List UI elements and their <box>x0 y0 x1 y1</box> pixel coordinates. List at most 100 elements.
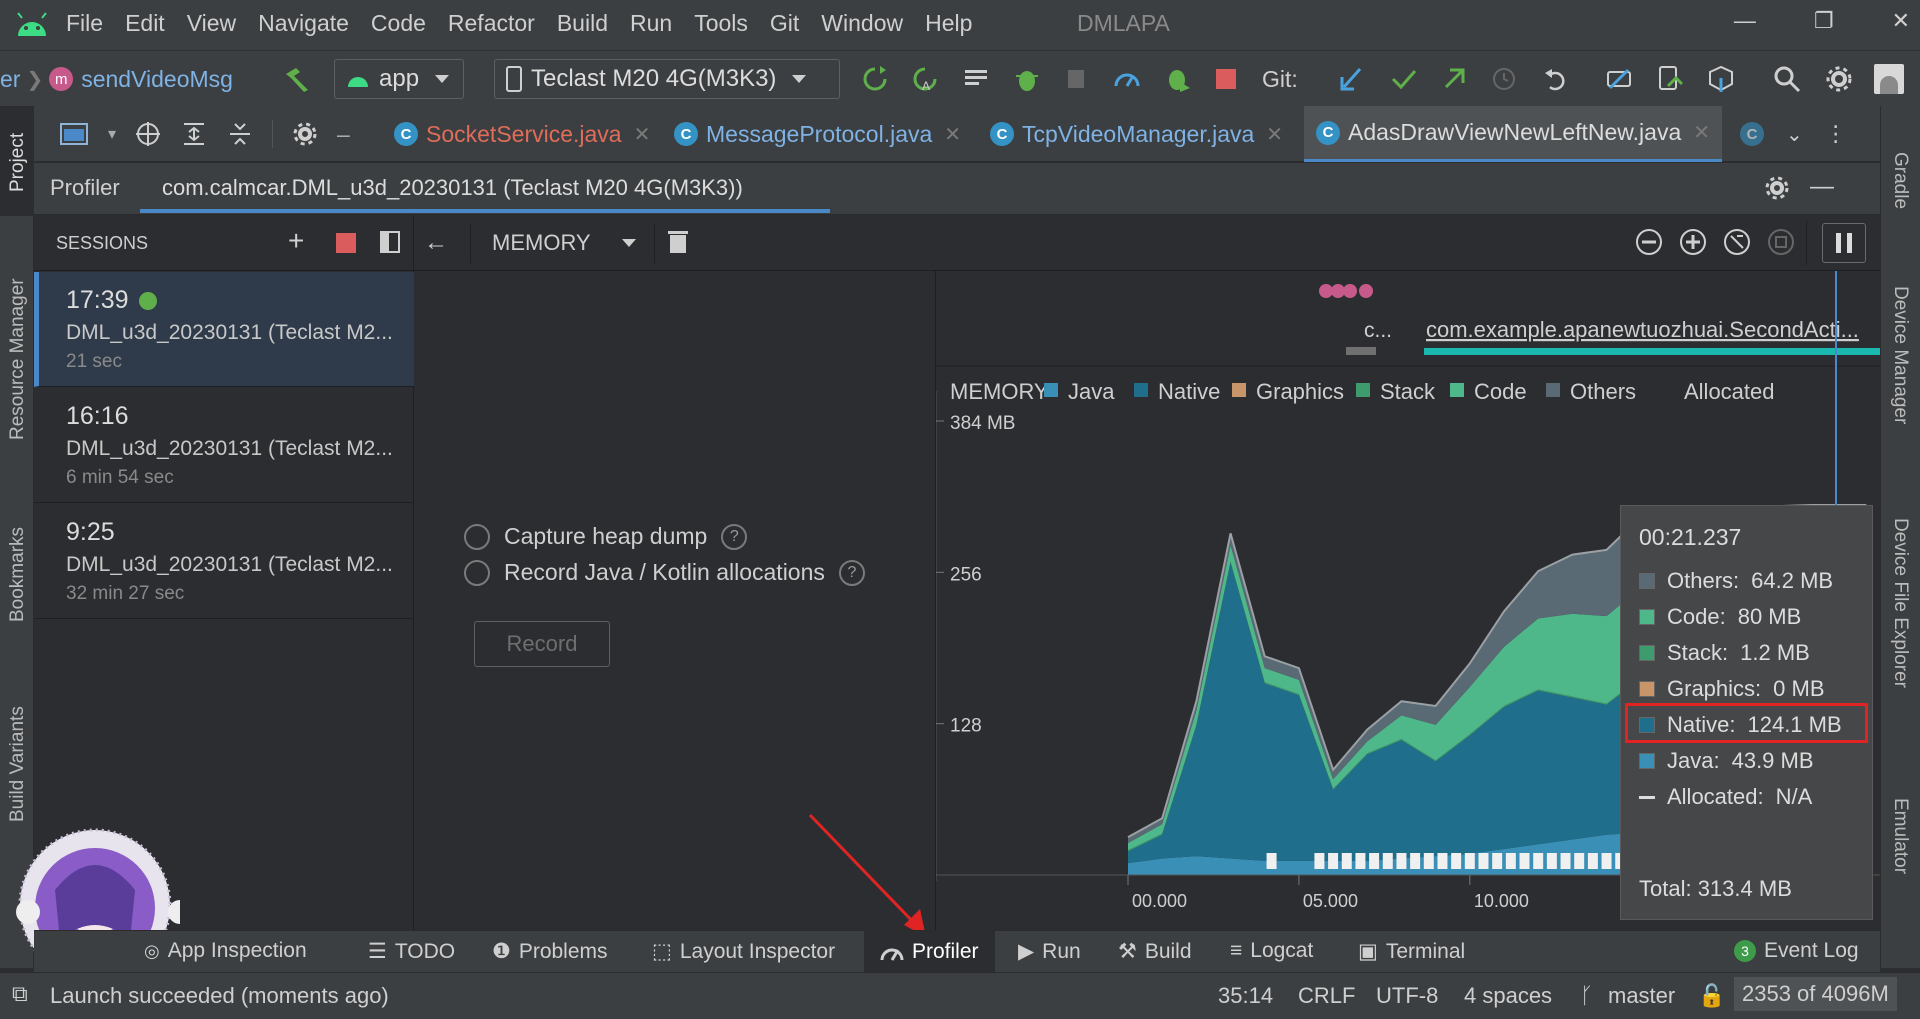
help-icon[interactable]: ? <box>838 559 865 586</box>
logcat-list-icon[interactable] <box>962 59 992 99</box>
profiler-session-tab[interactable]: com.calmcar.DML_u3d_20230131 (Teclast M2… <box>162 175 743 201</box>
gc-trash-icon[interactable] <box>1266 853 1277 869</box>
gc-trash-icon[interactable] <box>1601 853 1612 869</box>
radio-button[interactable] <box>464 559 490 586</box>
gc-trash-icon[interactable] <box>1437 853 1448 869</box>
session-item[interactable]: 16:16 DML_u3d_20230131 (Teclast M2... 6 … <box>34 388 414 503</box>
close-window-button[interactable]: ✕ <box>1892 8 1910 34</box>
gc-trash-icon[interactable] <box>1382 853 1393 869</box>
menu-view[interactable]: View <box>187 10 236 37</box>
menu-refactor[interactable]: Refactor <box>448 10 535 37</box>
tool-terminal[interactable]: ▣ Terminal <box>1358 939 1465 964</box>
menu-code[interactable]: Code <box>371 10 426 37</box>
stop-session-icon[interactable] <box>336 233 356 253</box>
indent-setting[interactable]: 4 spaces <box>1464 983 1552 1009</box>
run-debug-icon[interactable] <box>1162 59 1192 99</box>
gc-trash-icon[interactable] <box>1574 853 1585 869</box>
profiler-memory-select[interactable]: MEMORY <box>492 230 591 256</box>
tool-profiler-active[interactable]: Profiler <box>864 931 995 973</box>
tool-device-file-explorer[interactable]: Device File Explorer <box>1889 518 1911 688</box>
back-arrow-icon[interactable]: ← <box>424 229 448 257</box>
gc-trash-icon[interactable] <box>1546 853 1557 869</box>
pause-live-button[interactable] <box>1822 223 1866 263</box>
tool-problems[interactable]: ❶ Problems <box>492 939 608 964</box>
gc-trash-icon[interactable] <box>1505 853 1516 869</box>
close-icon[interactable]: ✕ <box>634 122 651 147</box>
activity-label[interactable]: com.example.apanewtuozhuai.SecondActi... <box>1426 317 1859 342</box>
event-dot[interactable] <box>1359 284 1373 298</box>
menu-help[interactable]: Help <box>925 10 972 37</box>
menu-edit[interactable]: Edit <box>125 10 165 37</box>
git-update-icon[interactable] <box>1338 59 1366 99</box>
help-icon[interactable]: ? <box>721 523 748 550</box>
gc-trash-icon[interactable] <box>1464 853 1475 869</box>
file-encoding[interactable]: UTF-8 <box>1376 983 1438 1009</box>
gc-trash-icon[interactable] <box>1341 853 1352 869</box>
gc-trash-icon[interactable] <box>1492 853 1503 869</box>
status-message[interactable]: Launch succeeded (moments ago) <box>50 983 389 1009</box>
build-hammer-icon[interactable] <box>282 59 312 99</box>
tool-logcat[interactable]: ≡ Logcat <box>1230 939 1313 963</box>
gc-trash-icon[interactable] <box>1423 853 1434 869</box>
gc-trash-icon[interactable] <box>1560 853 1571 869</box>
tool-todo[interactable]: ☰ TODO <box>368 939 455 964</box>
zoom-out-icon[interactable] <box>1634 227 1664 263</box>
settings-gear-icon[interactable] <box>1824 59 1854 99</box>
tool-project[interactable]: Project <box>7 133 29 192</box>
event-dot[interactable] <box>1319 284 1333 298</box>
tab-messageprotocol[interactable]: C MessageProtocol.java ✕ <box>674 106 961 162</box>
gc-trash-icon[interactable] <box>1519 853 1530 869</box>
tool-gradle[interactable]: Gradle <box>1889 152 1911 209</box>
memory-indicator[interactable]: 2353 of 4096M <box>1734 977 1897 1011</box>
tab-socketservice[interactable]: C SocketService.java ✕ <box>394 106 650 162</box>
tool-emulator[interactable]: Emulator <box>1889 798 1911 874</box>
hide-panel-icon[interactable]: – <box>337 121 350 148</box>
event-dot[interactable] <box>1343 284 1357 298</box>
gc-trash-icon[interactable] <box>1533 853 1544 869</box>
toggle-panels-icon[interactable]: ⧉ <box>12 981 28 1007</box>
attach-debugger-icon[interactable] <box>1062 59 1092 99</box>
menu-window[interactable]: Window <box>821 10 903 37</box>
tab-tcpvideomanager[interactable]: C TcpVideoManager.java ✕ <box>990 106 1283 162</box>
tool-bookmarks[interactable]: Bookmarks <box>7 527 29 622</box>
zoom-in-icon[interactable] <box>1678 227 1708 263</box>
radio-button[interactable] <box>464 523 490 550</box>
breadcrumb-prefix[interactable]: er <box>0 66 20 93</box>
window-layout-icon[interactable] <box>58 121 90 147</box>
run-config-select[interactable]: app <box>334 59 464 99</box>
git-commit-icon[interactable] <box>1390 59 1418 99</box>
event-dot[interactable] <box>1331 284 1345 298</box>
minimize-panel-icon[interactable]: — <box>1810 173 1834 201</box>
collapse-all-icon[interactable] <box>226 120 254 148</box>
tool-layout-inspector[interactable]: ⬚ Layout Inspector <box>652 939 835 964</box>
menu-file[interactable]: File <box>66 10 103 37</box>
tool-resource-manager[interactable]: Resource Manager <box>7 278 29 440</box>
profiler-gauge-icon[interactable] <box>1112 59 1142 99</box>
tool-build-variants[interactable]: Build Variants <box>7 706 29 822</box>
gc-trash-icon[interactable] <box>1328 853 1339 869</box>
reset-zoom-icon[interactable] <box>1722 227 1752 263</box>
profiler-settings-gear-icon[interactable] <box>1764 175 1790 207</box>
line-separator[interactable]: CRLF <box>1298 983 1355 1009</box>
add-session-icon[interactable]: + <box>288 225 304 257</box>
gc-trash-icon[interactable] <box>1478 853 1489 869</box>
tool-event-log[interactable]: 3 Event Log <box>1734 939 1859 963</box>
gc-trash-icon[interactable] <box>1355 853 1366 869</box>
search-icon[interactable] <box>1772 59 1802 99</box>
device-select[interactable]: Teclast M20 4G(M3K3) <box>494 59 840 99</box>
avatar[interactable] <box>1874 59 1904 99</box>
device-manager-icon[interactable] <box>1654 59 1684 99</box>
record-allocations-option[interactable]: Record Java / Kotlin allocations ? <box>464 559 865 586</box>
caret-position[interactable]: 35:14 <box>1218 983 1273 1009</box>
git-rollback-icon[interactable] <box>1542 59 1570 99</box>
tab-adasdrawview-active[interactable]: C AdasDrawViewNewLeftNew.java ✕ <box>1304 106 1722 162</box>
menu-navigate[interactable]: Navigate <box>258 10 349 37</box>
menu-run[interactable]: Run <box>630 10 672 37</box>
collapse-sessions-icon[interactable] <box>380 231 400 253</box>
gear-icon[interactable] <box>291 120 319 148</box>
gc-trash-icon[interactable] <box>1410 853 1421 869</box>
target-icon[interactable] <box>134 120 162 148</box>
menu-git[interactable]: Git <box>770 10 799 37</box>
sdk-manager-icon[interactable] <box>1706 59 1736 99</box>
git-push-icon[interactable] <box>1440 59 1468 99</box>
